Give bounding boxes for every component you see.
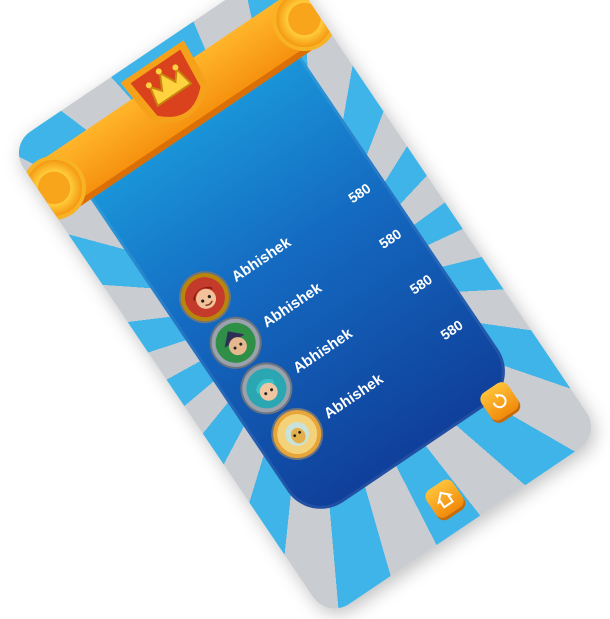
player-score: 580 — [437, 316, 466, 343]
restart-icon — [492, 393, 507, 409]
player-score: 580 — [345, 179, 374, 207]
player-score: 580 — [406, 271, 436, 298]
banner-tube-left — [15, 149, 93, 227]
home-button[interactable] — [422, 476, 467, 521]
home-icon — [437, 491, 454, 509]
banner-tube-right — [265, 0, 344, 58]
leaderboard-card: Abhishek 580 Abhishek 580 Abhishek 580 A… — [8, 0, 602, 619]
player-score: 580 — [375, 225, 405, 252]
